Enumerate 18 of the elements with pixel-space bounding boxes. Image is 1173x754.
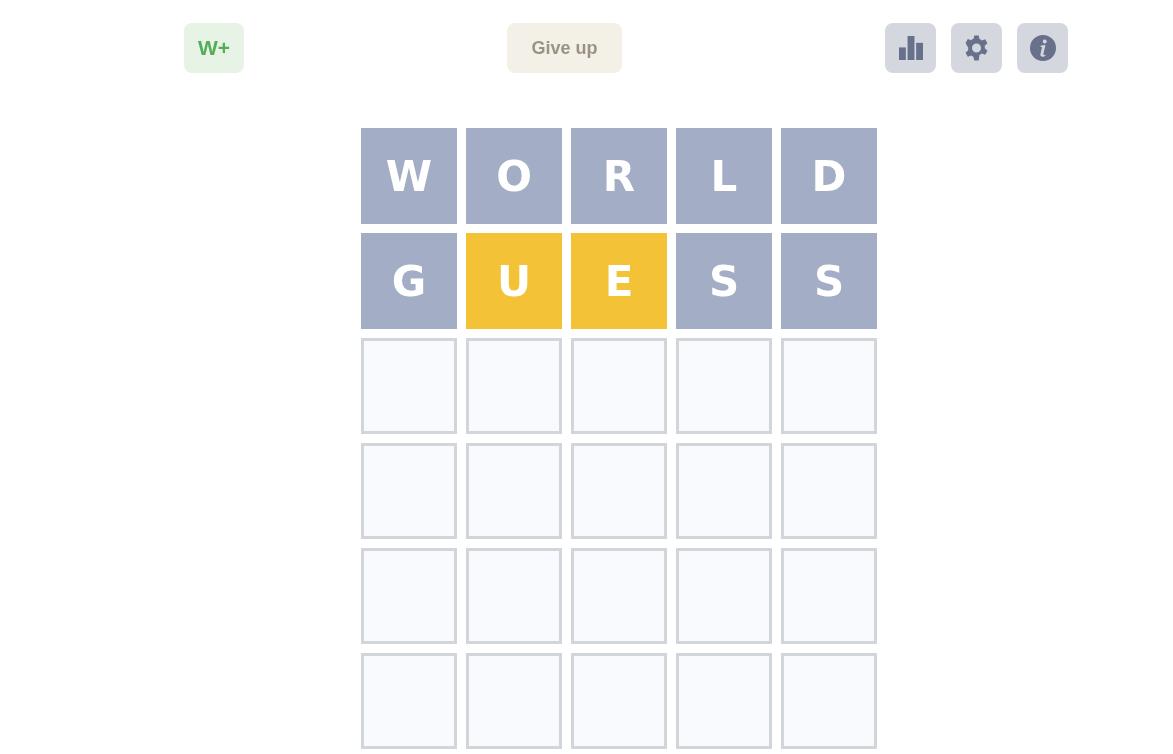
bar-chart-icon bbox=[898, 36, 923, 60]
letter-tile: D bbox=[781, 128, 877, 224]
letter-tile: R bbox=[571, 128, 667, 224]
letter-tile: L bbox=[676, 128, 772, 224]
info-button[interactable] bbox=[1017, 23, 1068, 73]
letter-tile: S bbox=[781, 233, 877, 329]
give-up-button[interactable]: Give up bbox=[507, 23, 622, 73]
letter-tile: S bbox=[676, 233, 772, 329]
letter-tile: W bbox=[361, 128, 457, 224]
letter-tile: O bbox=[466, 128, 562, 224]
letter-tile: G bbox=[361, 233, 457, 329]
letter-tile: E bbox=[571, 233, 667, 329]
settings-button[interactable] bbox=[951, 23, 1002, 73]
settings-icon bbox=[964, 35, 989, 61]
info-icon bbox=[1029, 35, 1056, 61]
letter-tile: U bbox=[466, 233, 562, 329]
bar-chart-button[interactable] bbox=[885, 23, 936, 73]
upgrade-button[interactable]: W+ bbox=[184, 23, 244, 73]
